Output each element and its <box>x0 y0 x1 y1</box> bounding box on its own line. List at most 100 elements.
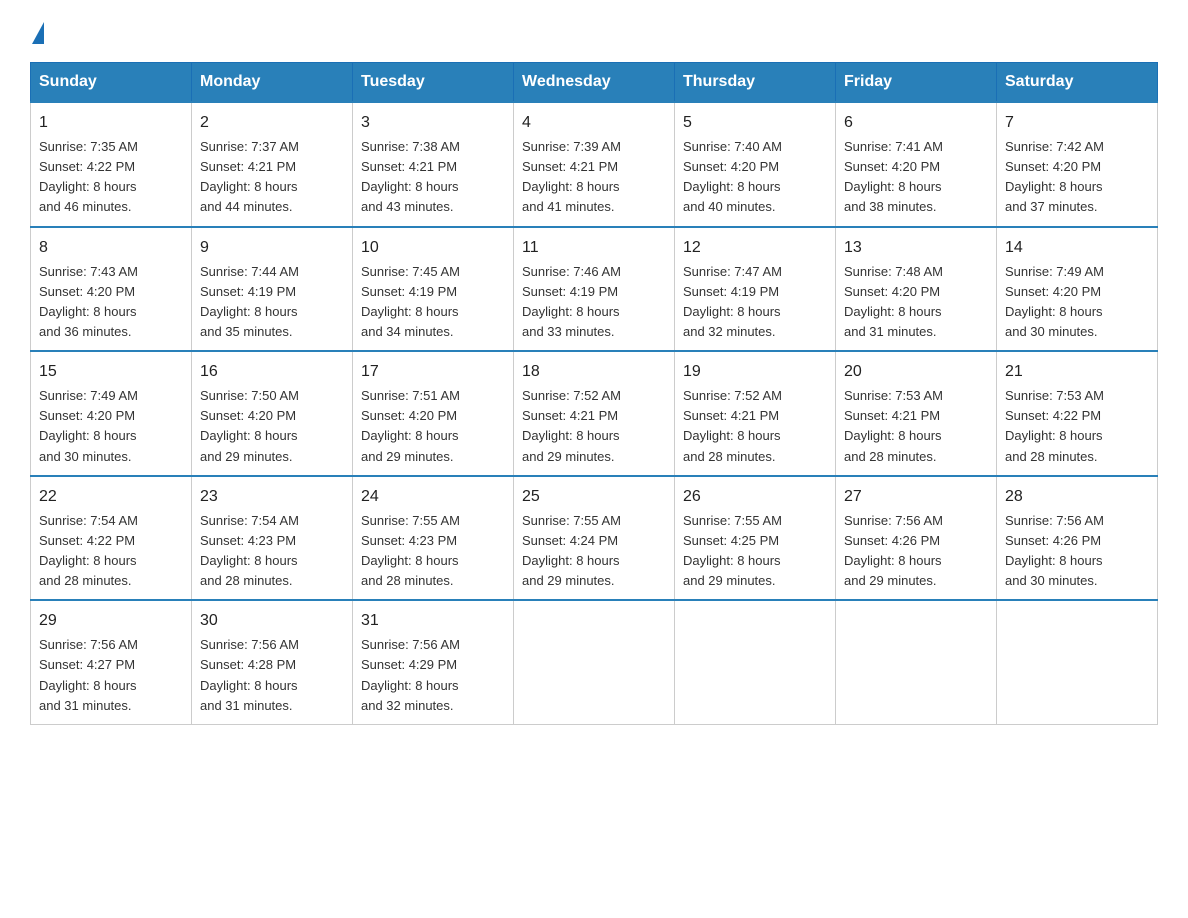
day-info: Sunrise: 7:47 AMSunset: 4:19 PMDaylight:… <box>683 264 782 339</box>
day-number: 12 <box>683 236 827 260</box>
calendar-table: SundayMondayTuesdayWednesdayThursdayFrid… <box>30 62 1158 725</box>
calendar-day-cell <box>514 600 675 724</box>
calendar-day-cell: 28 Sunrise: 7:56 AMSunset: 4:26 PMDaylig… <box>997 476 1158 601</box>
calendar-day-cell: 24 Sunrise: 7:55 AMSunset: 4:23 PMDaylig… <box>353 476 514 601</box>
day-of-week-header: Saturday <box>997 63 1158 103</box>
day-number: 14 <box>1005 236 1149 260</box>
day-number: 4 <box>522 111 666 135</box>
day-info: Sunrise: 7:55 AMSunset: 4:25 PMDaylight:… <box>683 513 782 588</box>
day-number: 26 <box>683 485 827 509</box>
day-number: 24 <box>361 485 505 509</box>
day-number: 8 <box>39 236 183 260</box>
calendar-day-cell: 13 Sunrise: 7:48 AMSunset: 4:20 PMDaylig… <box>836 227 997 352</box>
calendar-day-cell: 20 Sunrise: 7:53 AMSunset: 4:21 PMDaylig… <box>836 351 997 476</box>
day-info: Sunrise: 7:50 AMSunset: 4:20 PMDaylight:… <box>200 388 299 463</box>
calendar-day-cell: 29 Sunrise: 7:56 AMSunset: 4:27 PMDaylig… <box>31 600 192 724</box>
calendar-day-cell: 12 Sunrise: 7:47 AMSunset: 4:19 PMDaylig… <box>675 227 836 352</box>
calendar-day-cell: 26 Sunrise: 7:55 AMSunset: 4:25 PMDaylig… <box>675 476 836 601</box>
calendar-day-cell <box>675 600 836 724</box>
day-info: Sunrise: 7:56 AMSunset: 4:28 PMDaylight:… <box>200 637 299 712</box>
day-info: Sunrise: 7:46 AMSunset: 4:19 PMDaylight:… <box>522 264 621 339</box>
day-info: Sunrise: 7:55 AMSunset: 4:23 PMDaylight:… <box>361 513 460 588</box>
day-number: 15 <box>39 360 183 384</box>
day-of-week-header: Monday <box>192 63 353 103</box>
day-number: 22 <box>39 485 183 509</box>
calendar-day-cell: 16 Sunrise: 7:50 AMSunset: 4:20 PMDaylig… <box>192 351 353 476</box>
day-number: 31 <box>361 609 505 633</box>
day-info: Sunrise: 7:40 AMSunset: 4:20 PMDaylight:… <box>683 139 782 214</box>
day-number: 2 <box>200 111 344 135</box>
day-number: 19 <box>683 360 827 384</box>
day-number: 10 <box>361 236 505 260</box>
calendar-day-cell: 27 Sunrise: 7:56 AMSunset: 4:26 PMDaylig… <box>836 476 997 601</box>
calendar-day-cell: 5 Sunrise: 7:40 AMSunset: 4:20 PMDayligh… <box>675 102 836 227</box>
day-info: Sunrise: 7:53 AMSunset: 4:21 PMDaylight:… <box>844 388 943 463</box>
calendar-day-cell: 1 Sunrise: 7:35 AMSunset: 4:22 PMDayligh… <box>31 102 192 227</box>
day-number: 17 <box>361 360 505 384</box>
calendar-header-row: SundayMondayTuesdayWednesdayThursdayFrid… <box>31 63 1158 103</box>
day-number: 18 <box>522 360 666 384</box>
day-info: Sunrise: 7:42 AMSunset: 4:20 PMDaylight:… <box>1005 139 1104 214</box>
day-number: 21 <box>1005 360 1149 384</box>
day-number: 23 <box>200 485 344 509</box>
day-number: 30 <box>200 609 344 633</box>
day-of-week-header: Sunday <box>31 63 192 103</box>
day-info: Sunrise: 7:56 AMSunset: 4:27 PMDaylight:… <box>39 637 138 712</box>
day-of-week-header: Tuesday <box>353 63 514 103</box>
day-info: Sunrise: 7:56 AMSunset: 4:26 PMDaylight:… <box>1005 513 1104 588</box>
calendar-day-cell: 3 Sunrise: 7:38 AMSunset: 4:21 PMDayligh… <box>353 102 514 227</box>
calendar-day-cell: 2 Sunrise: 7:37 AMSunset: 4:21 PMDayligh… <box>192 102 353 227</box>
day-number: 29 <box>39 609 183 633</box>
calendar-day-cell: 9 Sunrise: 7:44 AMSunset: 4:19 PMDayligh… <box>192 227 353 352</box>
day-info: Sunrise: 7:44 AMSunset: 4:19 PMDaylight:… <box>200 264 299 339</box>
day-of-week-header: Thursday <box>675 63 836 103</box>
page-header <box>30 20 1158 44</box>
calendar-day-cell: 7 Sunrise: 7:42 AMSunset: 4:20 PMDayligh… <box>997 102 1158 227</box>
day-info: Sunrise: 7:56 AMSunset: 4:29 PMDaylight:… <box>361 637 460 712</box>
calendar-day-cell: 18 Sunrise: 7:52 AMSunset: 4:21 PMDaylig… <box>514 351 675 476</box>
day-info: Sunrise: 7:55 AMSunset: 4:24 PMDaylight:… <box>522 513 621 588</box>
calendar-day-cell: 10 Sunrise: 7:45 AMSunset: 4:19 PMDaylig… <box>353 227 514 352</box>
day-number: 9 <box>200 236 344 260</box>
calendar-day-cell: 23 Sunrise: 7:54 AMSunset: 4:23 PMDaylig… <box>192 476 353 601</box>
calendar-day-cell: 25 Sunrise: 7:55 AMSunset: 4:24 PMDaylig… <box>514 476 675 601</box>
calendar-day-cell: 17 Sunrise: 7:51 AMSunset: 4:20 PMDaylig… <box>353 351 514 476</box>
calendar-day-cell: 11 Sunrise: 7:46 AMSunset: 4:19 PMDaylig… <box>514 227 675 352</box>
day-number: 3 <box>361 111 505 135</box>
day-info: Sunrise: 7:41 AMSunset: 4:20 PMDaylight:… <box>844 139 943 214</box>
day-info: Sunrise: 7:49 AMSunset: 4:20 PMDaylight:… <box>1005 264 1104 339</box>
day-info: Sunrise: 7:48 AMSunset: 4:20 PMDaylight:… <box>844 264 943 339</box>
day-info: Sunrise: 7:54 AMSunset: 4:22 PMDaylight:… <box>39 513 138 588</box>
calendar-day-cell <box>997 600 1158 724</box>
day-info: Sunrise: 7:43 AMSunset: 4:20 PMDaylight:… <box>39 264 138 339</box>
calendar-day-cell: 31 Sunrise: 7:56 AMSunset: 4:29 PMDaylig… <box>353 600 514 724</box>
day-info: Sunrise: 7:56 AMSunset: 4:26 PMDaylight:… <box>844 513 943 588</box>
day-number: 25 <box>522 485 666 509</box>
calendar-day-cell: 6 Sunrise: 7:41 AMSunset: 4:20 PMDayligh… <box>836 102 997 227</box>
day-number: 20 <box>844 360 988 384</box>
day-number: 5 <box>683 111 827 135</box>
logo-triangle-icon <box>32 22 44 44</box>
calendar-day-cell: 22 Sunrise: 7:54 AMSunset: 4:22 PMDaylig… <box>31 476 192 601</box>
logo <box>30 20 44 44</box>
calendar-week-row: 8 Sunrise: 7:43 AMSunset: 4:20 PMDayligh… <box>31 227 1158 352</box>
calendar-week-row: 15 Sunrise: 7:49 AMSunset: 4:20 PMDaylig… <box>31 351 1158 476</box>
calendar-day-cell: 15 Sunrise: 7:49 AMSunset: 4:20 PMDaylig… <box>31 351 192 476</box>
day-of-week-header: Friday <box>836 63 997 103</box>
calendar-day-cell: 21 Sunrise: 7:53 AMSunset: 4:22 PMDaylig… <box>997 351 1158 476</box>
day-info: Sunrise: 7:38 AMSunset: 4:21 PMDaylight:… <box>361 139 460 214</box>
day-number: 6 <box>844 111 988 135</box>
calendar-week-row: 29 Sunrise: 7:56 AMSunset: 4:27 PMDaylig… <box>31 600 1158 724</box>
day-number: 7 <box>1005 111 1149 135</box>
day-info: Sunrise: 7:51 AMSunset: 4:20 PMDaylight:… <box>361 388 460 463</box>
day-info: Sunrise: 7:45 AMSunset: 4:19 PMDaylight:… <box>361 264 460 339</box>
calendar-day-cell: 8 Sunrise: 7:43 AMSunset: 4:20 PMDayligh… <box>31 227 192 352</box>
day-info: Sunrise: 7:54 AMSunset: 4:23 PMDaylight:… <box>200 513 299 588</box>
day-info: Sunrise: 7:53 AMSunset: 4:22 PMDaylight:… <box>1005 388 1104 463</box>
day-number: 11 <box>522 236 666 260</box>
day-number: 16 <box>200 360 344 384</box>
calendar-day-cell <box>836 600 997 724</box>
day-info: Sunrise: 7:52 AMSunset: 4:21 PMDaylight:… <box>522 388 621 463</box>
calendar-day-cell: 19 Sunrise: 7:52 AMSunset: 4:21 PMDaylig… <box>675 351 836 476</box>
day-number: 28 <box>1005 485 1149 509</box>
